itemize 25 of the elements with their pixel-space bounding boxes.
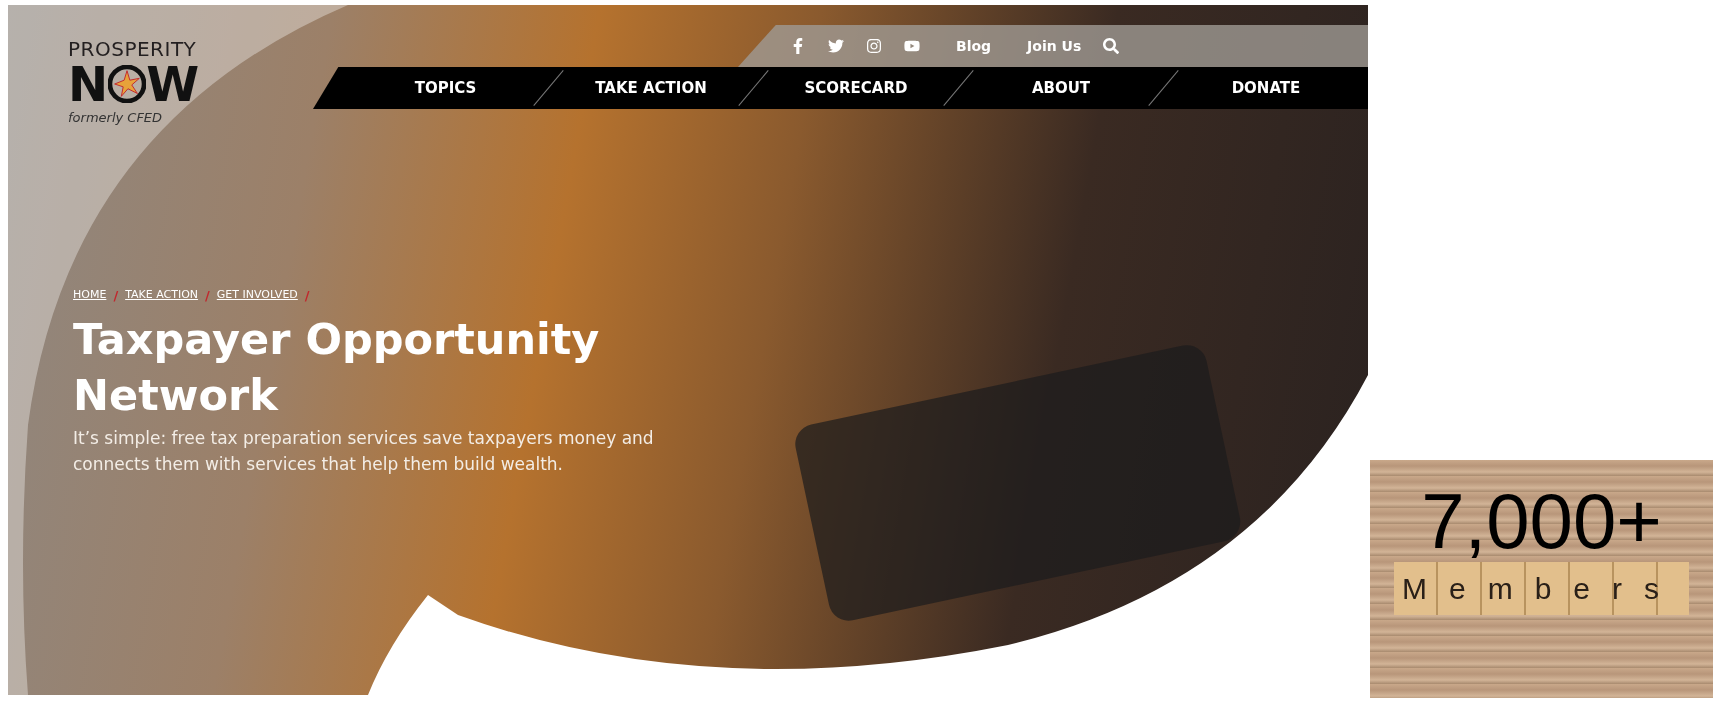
twitter-icon[interactable]	[828, 38, 844, 54]
nav-link[interactable]: SCORECARD	[804, 76, 908, 100]
nav-link[interactable]: ABOUT	[1031, 76, 1091, 100]
logo-letter: N	[68, 60, 109, 108]
breadcrumb-separator: /	[205, 286, 210, 305]
youtube-icon[interactable]	[904, 38, 920, 54]
page-description: It’s simple: free tax preparation services save taxpayers money and connects them with services that help them build wealth.	[73, 427, 655, 476]
nav-link[interactable]: TAKE ACTION	[595, 76, 707, 100]
logo-tagline: formerly CFED	[68, 109, 164, 127]
breadcrumb-separator: /	[113, 286, 119, 305]
search-icon[interactable]	[1103, 38, 1120, 54]
member-count: 7,000+	[1421, 482, 1662, 560]
members-label: Members	[1402, 572, 1681, 605]
breadcrumb-link[interactable]: GET INVOLVED	[216, 287, 298, 304]
breadcrumb-separator: /	[304, 286, 310, 305]
nav-link[interactable]: DONATE	[1231, 76, 1301, 100]
page-title: Taxpayer Opportunity Network	[73, 313, 601, 422]
instagram-icon[interactable]	[866, 38, 882, 54]
logo-letter: W	[146, 60, 200, 108]
breadcrumb-link[interactable]: TAKE ACTION	[125, 287, 199, 304]
breadcrumb-link[interactable]: HOME	[73, 287, 107, 304]
star-icon	[108, 65, 147, 103]
logo-wordmark[interactable]: PROSPERITY	[68, 38, 313, 60]
nav-link[interactable]: TOPICS	[414, 76, 477, 100]
utility-link[interactable]: Join Us	[1027, 35, 1082, 57]
